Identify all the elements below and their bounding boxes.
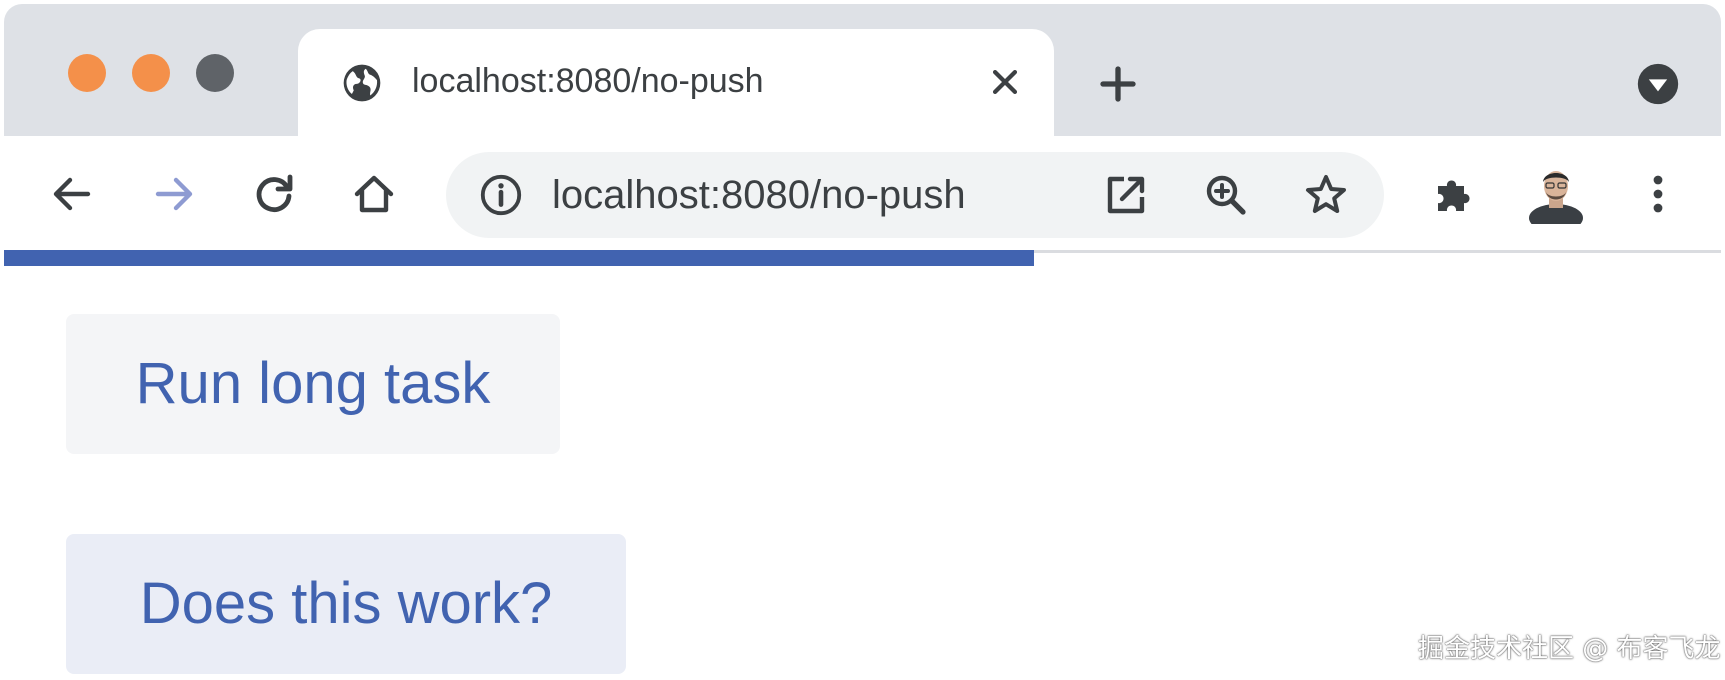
more-vertical-icon[interactable]	[1634, 170, 1682, 218]
chevron-down-icon[interactable]	[1636, 62, 1680, 106]
plus-icon[interactable]	[1098, 64, 1138, 104]
home-icon[interactable]	[350, 170, 398, 218]
back-arrow-icon[interactable]	[48, 170, 96, 218]
extensions-puzzle-icon[interactable]	[1430, 170, 1478, 218]
reload-icon[interactable]	[250, 170, 298, 218]
window-minimize-button[interactable]	[132, 54, 170, 92]
does-this-work-button[interactable]: Does this work?	[66, 534, 626, 674]
star-icon[interactable]	[1302, 171, 1350, 219]
run-long-task-button[interactable]: Run long task	[66, 314, 560, 454]
browser-tab[interactable]: localhost:8080/no-push	[298, 29, 1054, 136]
globe-icon	[343, 64, 381, 102]
address-bar[interactable]: localhost:8080/no-push	[446, 152, 1384, 238]
avatar[interactable]	[1526, 162, 1586, 224]
window-close-button[interactable]	[68, 54, 106, 92]
browser-toolbar: localhost:8080/no-push	[4, 136, 1721, 248]
forward-arrow-icon[interactable]	[150, 170, 198, 218]
close-icon[interactable]	[988, 65, 1022, 99]
tab-title: localhost:8080/no-push	[412, 62, 764, 100]
url-text[interactable]: localhost:8080/no-push	[552, 170, 966, 220]
load-progress-bar	[4, 250, 1035, 266]
watermark-text: 掘金技术社区 @ 布客飞龙	[1418, 634, 1721, 664]
zoom-in-icon[interactable]	[1202, 171, 1250, 219]
browser-window: localhost:8080/no-push localhost:8080/no…	[4, 4, 1721, 680]
window-maximize-button[interactable]	[196, 54, 234, 92]
open-in-new-icon[interactable]	[1102, 171, 1150, 219]
info-icon[interactable]	[478, 172, 524, 218]
tab-strip: localhost:8080/no-push	[4, 4, 1721, 136]
